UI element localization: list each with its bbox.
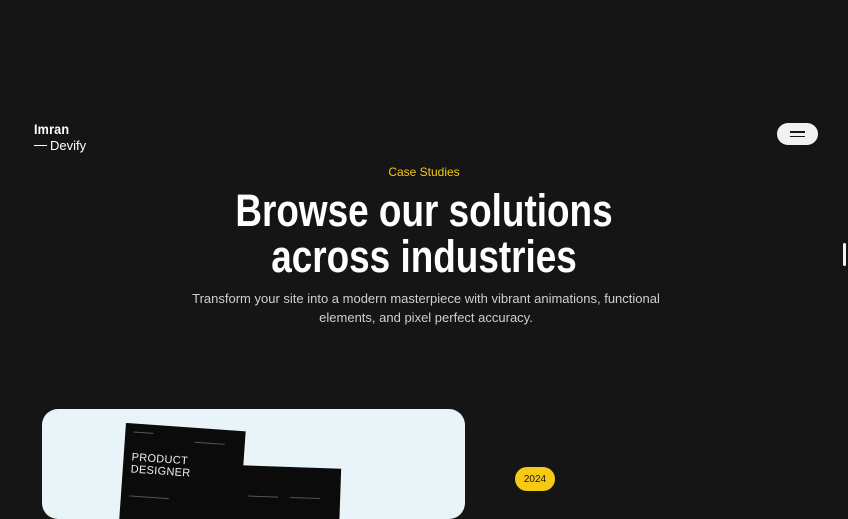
section-eyebrow: Case Studies bbox=[388, 165, 460, 179]
doc-text-line bbox=[194, 441, 225, 445]
site-logo[interactable]: Imran Devify bbox=[34, 122, 86, 152]
logo-last-name: Devify bbox=[50, 138, 87, 153]
document-mockup-front: PRODUCT DESIGNER bbox=[118, 422, 246, 519]
doc-text-line bbox=[128, 495, 169, 500]
headline-line-1: Browse our solutions bbox=[235, 185, 613, 236]
document-title: PRODUCT DESIGNER bbox=[130, 451, 191, 479]
document-mockup-back bbox=[238, 465, 342, 519]
headline-line-2: across industries bbox=[271, 231, 577, 282]
hero-headline: Browse our solutions across industries bbox=[0, 188, 848, 280]
case-study-card[interactable]: PRODUCT DESIGNER bbox=[42, 409, 465, 519]
hamburger-menu-icon-line bbox=[790, 135, 805, 137]
hero-subtitle: Transform your site into a modern master… bbox=[192, 291, 660, 325]
doc-text-line bbox=[133, 431, 154, 434]
logo-dash bbox=[34, 144, 47, 147]
doc-text-line bbox=[248, 495, 279, 498]
menu-button[interactable] bbox=[777, 123, 818, 145]
hamburger-menu-icon bbox=[790, 131, 805, 133]
logo-second-line: Devify bbox=[34, 139, 86, 152]
logo-first-name: Imran bbox=[34, 121, 70, 137]
doc-text-line bbox=[290, 497, 321, 500]
year-badge: 2024 bbox=[515, 467, 555, 491]
